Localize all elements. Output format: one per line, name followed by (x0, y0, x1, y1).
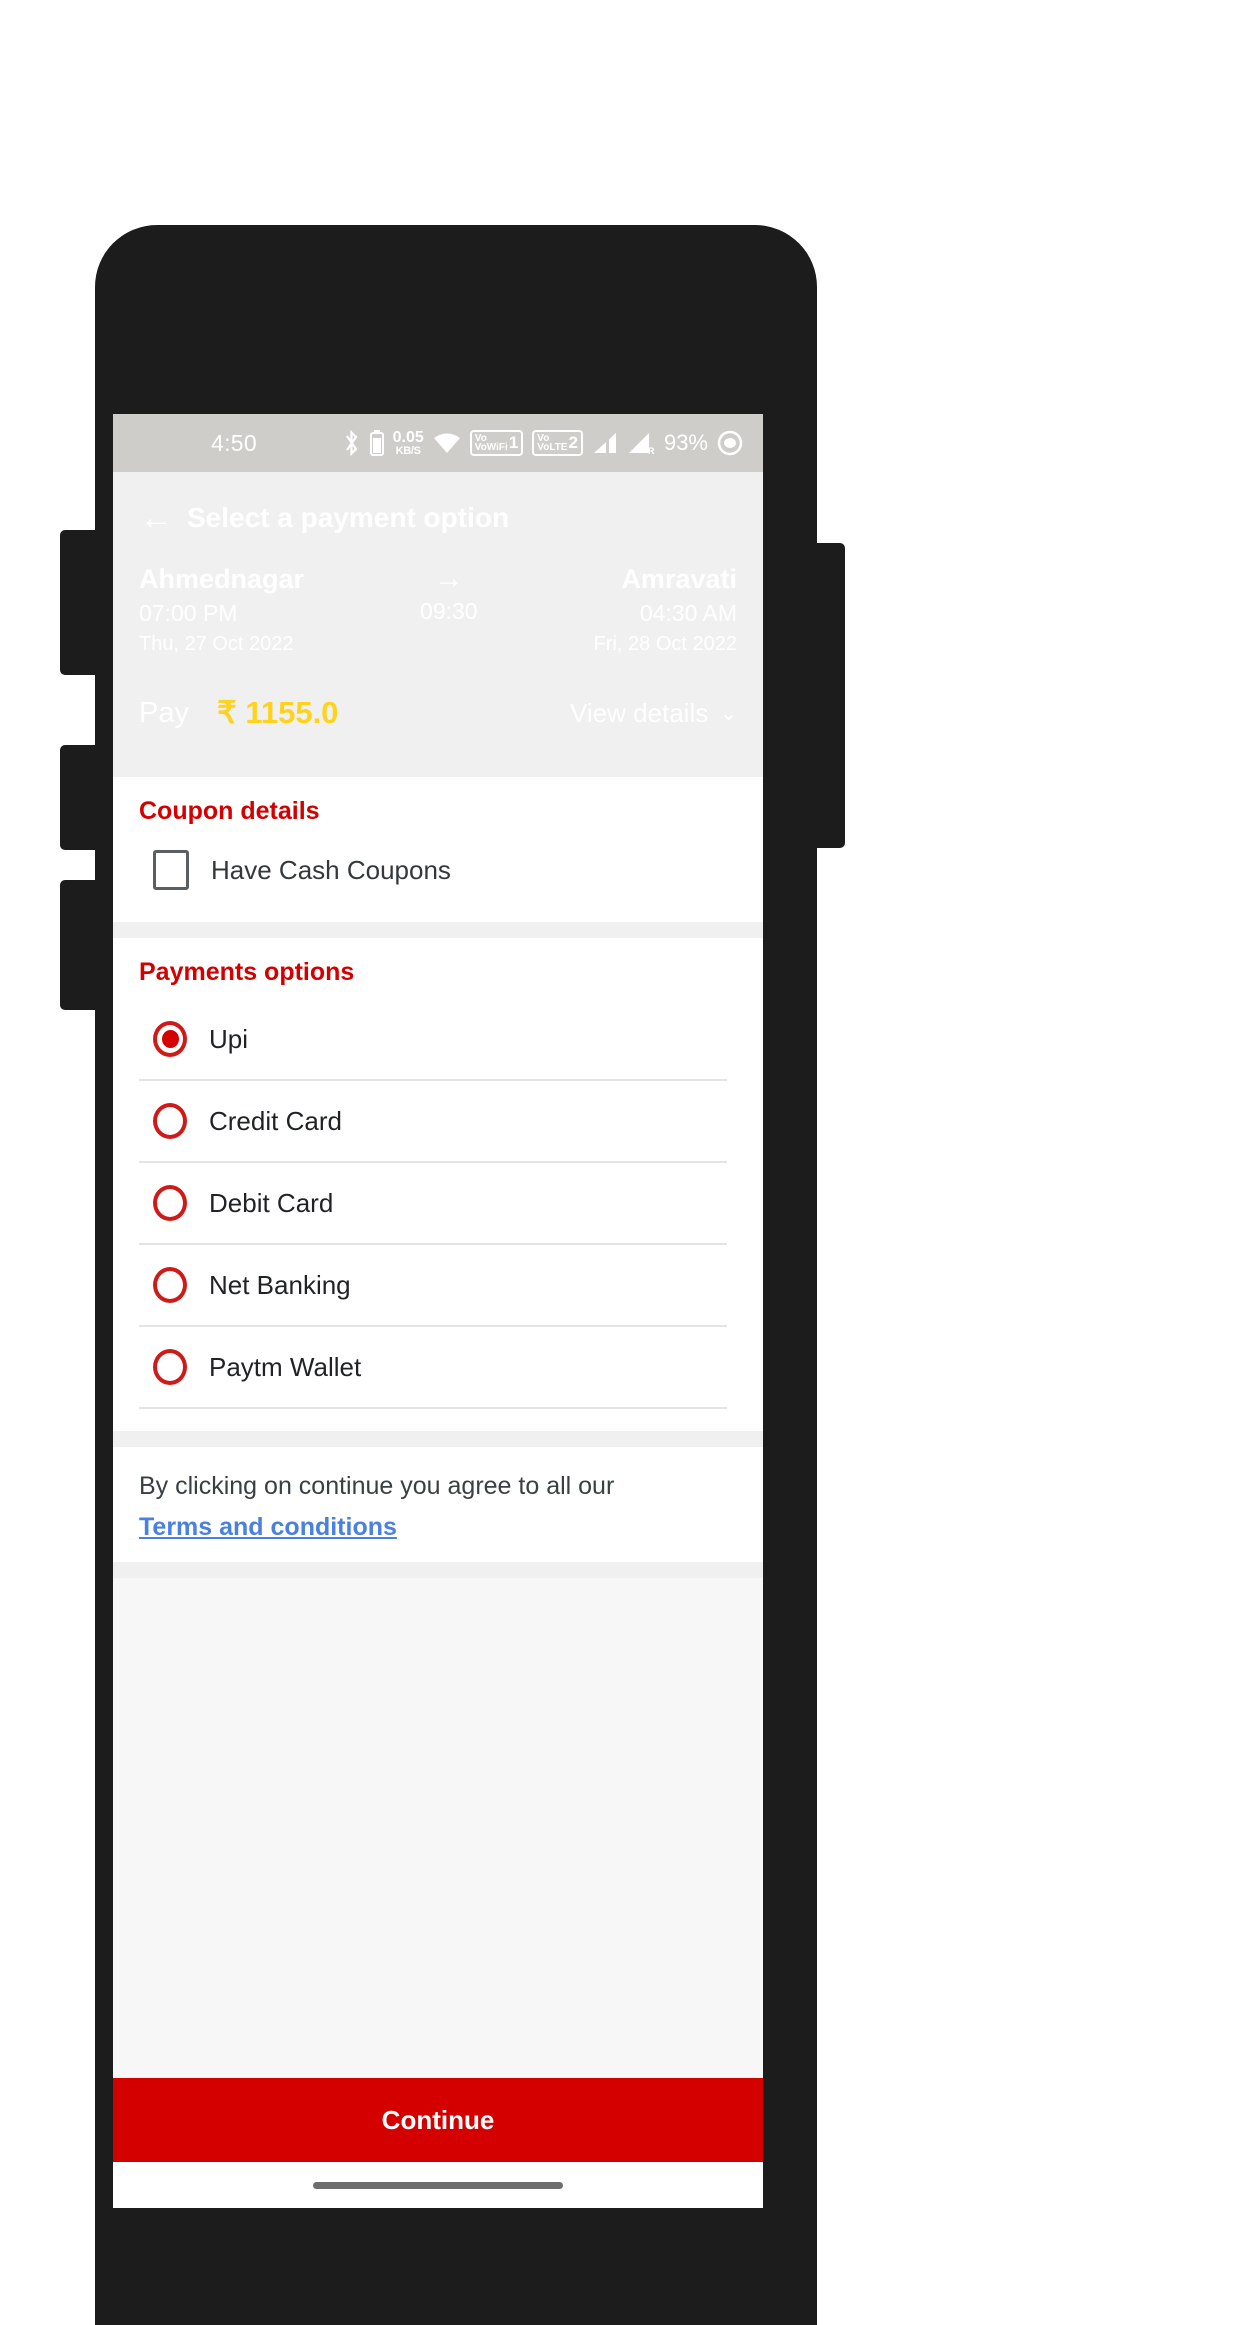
source-date: Thu, 27 Oct 2022 (139, 633, 294, 656)
payment-option-label: Credit Card (209, 1105, 342, 1136)
payment-option-label: Upi (209, 1023, 249, 1054)
pay-amount: ₹ 1155.0 (216, 695, 339, 731)
battery-icon (369, 430, 384, 456)
destination-city: Amravati (621, 564, 737, 594)
radio-upi[interactable] (153, 1021, 187, 1058)
have-cash-coupons-label: Have Cash Coupons (211, 854, 451, 885)
signal-bars-sim1-icon (592, 431, 618, 455)
radio-net-banking[interactable] (153, 1267, 187, 1304)
phone-side-button-volume-down[interactable] (60, 745, 98, 850)
section-divider (113, 1431, 763, 1448)
pay-label: Pay (139, 696, 189, 729)
phone-side-button-volume-up[interactable] (60, 530, 98, 675)
payment-option-debit-card[interactable]: Debit Card (139, 1163, 727, 1246)
section-divider (113, 761, 763, 778)
vowifi-icon: Vo VoWiFi 1 (469, 430, 524, 456)
arrow-right-icon: → (433, 562, 464, 595)
view-details-label: View details (569, 697, 709, 728)
screen-recorder-icon (717, 430, 743, 456)
volte-sim-number: 2 (568, 433, 578, 452)
coupon-details-section: Coupon details Have Cash Coupons (113, 777, 763, 923)
gesture-navigation-bar (113, 2162, 763, 2208)
phone-side-button-extra[interactable] (60, 880, 98, 1010)
view-details-button[interactable]: View details ⌄ (570, 698, 737, 729)
payment-option-paytm-wallet[interactable]: Paytm Wallet (139, 1327, 727, 1410)
phone-side-button-power[interactable] (813, 543, 845, 848)
vowifi-label: VoWiFi (474, 442, 508, 453)
payment-options-list: Upi Credit Card Debit Card Net Banking P… (139, 999, 737, 1410)
vowifi-sim-number: 1 (508, 433, 519, 452)
page-title: Select a payment option (187, 502, 510, 533)
trip-summary-header: ← Select a payment option Ahmednagar 07:… (113, 472, 763, 762)
payment-option-label: Net Banking (209, 1269, 351, 1300)
source-city: Ahmednagar (139, 564, 305, 594)
have-cash-coupons-checkbox[interactable] (153, 850, 189, 891)
radio-paytm-wallet[interactable] (153, 1349, 187, 1386)
volte-label: VoLTE (537, 442, 568, 453)
wifi-icon (433, 431, 461, 455)
coupon-section-title: Coupon details (139, 797, 320, 826)
terms-section: By clicking on continue you agree to all… (113, 1447, 763, 1562)
signal-bars-sim2-roaming-icon: R (627, 431, 655, 455)
route-summary: Ahmednagar 07:00 PM Thu, 27 Oct 2022 → 0… (139, 562, 737, 659)
source-time: 07:00 PM (139, 599, 238, 626)
pay-summary-row: Pay ₹ 1155.0 View details ⌄ (139, 695, 737, 731)
volte-icon: Vo VoLTE 2 (532, 430, 583, 456)
have-cash-coupons-row[interactable]: Have Cash Coupons (139, 838, 737, 900)
payment-option-label: Debit Card (209, 1187, 334, 1218)
route-source: Ahmednagar 07:00 PM Thu, 27 Oct 2022 (139, 562, 304, 659)
radio-debit-card[interactable] (153, 1185, 187, 1222)
status-bar-clock: 4:50 (211, 429, 257, 456)
data-rate-indicator: 0.05 KB/S (392, 428, 424, 457)
terms-agreement-text: By clicking on continue you agree to all… (139, 1472, 615, 1501)
section-divider (113, 922, 763, 939)
back-arrow-icon[interactable]: ← (139, 501, 173, 535)
home-gesture-pill[interactable] (313, 2181, 563, 2189)
destination-time: 04:30 AM (639, 599, 737, 626)
radio-credit-card[interactable] (153, 1103, 187, 1140)
empty-content-area (113, 1577, 763, 2078)
phone-screen: 4:50 0.05 KB/S Vo VoWiFi 1 Vo VoLTE 2 R … (113, 414, 763, 2208)
status-bar-icon-group: 0.05 KB/S Vo VoWiFi 1 Vo VoLTE 2 R 93% (343, 428, 743, 457)
app-bar: ← Select a payment option (139, 490, 737, 546)
chevron-down-icon: ⌄ (720, 702, 737, 725)
payment-option-label: Paytm Wallet (209, 1351, 362, 1382)
data-rate-value: 0.05 (392, 428, 424, 446)
terms-and-conditions-link[interactable]: Terms and conditions (139, 1513, 737, 1542)
status-bar: 4:50 0.05 KB/S Vo VoWiFi 1 Vo VoLTE 2 R … (113, 414, 763, 472)
route-middle: → 09:30 (304, 562, 594, 628)
payment-option-upi[interactable]: Upi (139, 999, 727, 1082)
route-destination: Amravati 04:30 AM Fri, 28 Oct 2022 (594, 562, 737, 659)
payments-section-title: Payments options (139, 958, 355, 987)
destination-date: Fri, 28 Oct 2022 (593, 633, 737, 656)
data-rate-unit: KB/S (395, 444, 421, 457)
trip-duration: 09:30 (420, 598, 478, 624)
payments-options-section: Payments options Upi Credit Card Debit C… (113, 938, 763, 1432)
payment-option-net-banking[interactable]: Net Banking (139, 1245, 727, 1328)
battery-percentage-label: 93% (663, 430, 708, 455)
payment-option-credit-card[interactable]: Credit Card (139, 1081, 727, 1164)
svg-text:R: R (648, 446, 655, 455)
section-divider (113, 1561, 763, 1578)
continue-button[interactable]: Continue (113, 2078, 763, 2162)
bluetooth-icon (343, 430, 361, 456)
